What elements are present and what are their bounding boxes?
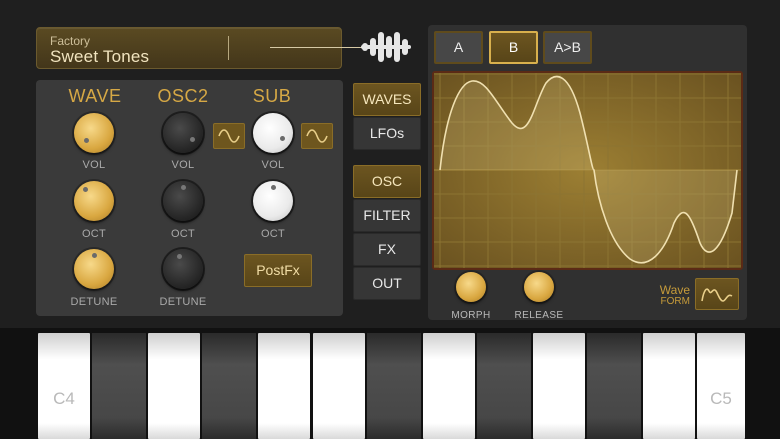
osc2-waveform-button[interactable] bbox=[213, 123, 245, 149]
preset-category: Factory bbox=[50, 34, 91, 48]
waveform-label: Wave FORM bbox=[646, 283, 690, 307]
morph-knob[interactable] bbox=[456, 272, 486, 302]
sub-waveform-button[interactable] bbox=[301, 123, 333, 149]
wave-detune-label: DETUNE bbox=[70, 296, 118, 308]
a-to-b-button[interactable]: A>B bbox=[543, 31, 592, 64]
release-knob[interactable] bbox=[524, 272, 554, 302]
c5-key-label: C5 bbox=[710, 389, 732, 408]
logo-waveform-icon bbox=[361, 29, 413, 65]
osc2-column-header: OSC2 bbox=[157, 86, 209, 106]
osc2-vol-knob[interactable] bbox=[163, 113, 203, 153]
waveform-label-line2: FORM bbox=[660, 296, 690, 307]
wave-vol-label: VOL bbox=[82, 159, 106, 171]
piano-key-white[interactable] bbox=[148, 333, 200, 439]
fx-button[interactable]: FX bbox=[353, 233, 421, 266]
waveform-icon bbox=[701, 288, 733, 302]
sine-wave-icon bbox=[218, 129, 240, 143]
piano-key-c5[interactable]: C5 bbox=[697, 333, 745, 439]
piano-key-black[interactable] bbox=[92, 333, 146, 439]
piano-key-black[interactable] bbox=[587, 333, 641, 439]
piano-key-white[interactable] bbox=[313, 333, 365, 439]
wave-vol-knob[interactable] bbox=[74, 113, 114, 153]
release-label: RELEASE bbox=[514, 310, 564, 321]
piano-key-black[interactable] bbox=[202, 333, 256, 439]
sub-oct-label: OCT bbox=[260, 228, 286, 240]
filter-button[interactable]: FILTER bbox=[353, 199, 421, 232]
lfos-button[interactable]: LFOs bbox=[353, 117, 421, 150]
waveform-button[interactable] bbox=[695, 278, 739, 310]
piano-key-c4[interactable]: C4 bbox=[38, 333, 90, 439]
sub-vol-knob[interactable] bbox=[253, 113, 293, 153]
piano-key-white[interactable] bbox=[258, 333, 310, 439]
preset-selector[interactable]: Factory Sweet Tones bbox=[36, 27, 365, 69]
postfx-button[interactable]: PostFx bbox=[244, 254, 312, 287]
out-button[interactable]: OUT bbox=[353, 267, 421, 300]
wave-column-header: WAVE bbox=[68, 86, 122, 106]
sine-wave-icon bbox=[306, 129, 328, 143]
osc2-oct-knob[interactable] bbox=[163, 181, 203, 221]
c4-key-label: C4 bbox=[53, 389, 75, 408]
wave-oct-label: OCT bbox=[81, 228, 107, 240]
osc2-detune-label: DETUNE bbox=[159, 296, 207, 308]
oscilloscope-display bbox=[432, 71, 743, 270]
osc2-detune-knob[interactable] bbox=[163, 249, 203, 289]
preset-name: Sweet Tones bbox=[50, 47, 150, 66]
piano-keyboard: C4 C5 bbox=[0, 328, 780, 439]
preset-divider bbox=[228, 36, 229, 60]
piano-key-white[interactable] bbox=[643, 333, 695, 439]
waveform-label-line1: Wave bbox=[659, 283, 690, 297]
sub-vol-label: VOL bbox=[261, 159, 285, 171]
osc-button[interactable]: OSC bbox=[353, 165, 421, 198]
preset-menu-line[interactable] bbox=[270, 47, 365, 48]
b-button[interactable]: B bbox=[489, 31, 538, 64]
a-button[interactable]: A bbox=[434, 31, 483, 64]
piano-key-black[interactable] bbox=[367, 333, 421, 439]
morph-label: MORPH bbox=[451, 310, 491, 321]
wave-detune-knob[interactable] bbox=[74, 249, 114, 289]
piano-key-white[interactable] bbox=[423, 333, 475, 439]
waves-button[interactable]: WAVES bbox=[353, 83, 421, 116]
piano-key-white[interactable] bbox=[533, 333, 585, 439]
sub-oct-knob[interactable] bbox=[253, 181, 293, 221]
wave-oct-knob[interactable] bbox=[74, 181, 114, 221]
sub-column-header: SUB bbox=[252, 86, 292, 106]
piano-key-black[interactable] bbox=[477, 333, 531, 439]
osc2-vol-label: VOL bbox=[171, 159, 195, 171]
osc2-oct-label: OCT bbox=[170, 228, 196, 240]
